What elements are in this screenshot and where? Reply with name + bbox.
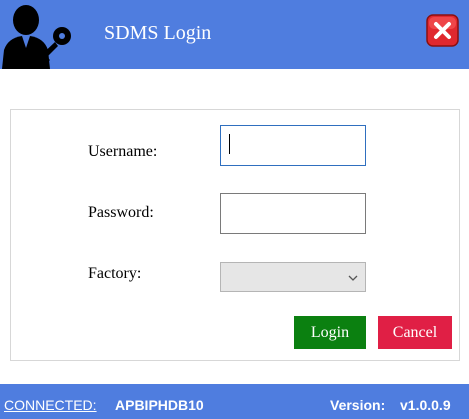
cancel-button-label: Cancel [392, 324, 438, 341]
status-bar: CONNECTED: APBIPHDB10 Version: v1.0.0.9 [0, 384, 469, 419]
username-field[interactable] [220, 125, 366, 166]
factory-select[interactable] [220, 262, 366, 292]
login-button[interactable]: Login [294, 316, 366, 349]
window-title: SDMS Login [104, 22, 212, 44]
version-label: Version: [330, 397, 386, 413]
connection-status-label: CONNECTED: [4, 397, 97, 413]
text-caret [229, 134, 230, 154]
version-value: v1.0.0.9 [400, 397, 451, 413]
password-label: Password: [88, 204, 154, 221]
password-field[interactable] [220, 193, 366, 234]
server-name: APBIPHDB10 [115, 397, 204, 413]
title-bar: SDMS Login [0, 0, 469, 69]
close-icon[interactable] [426, 14, 459, 47]
username-label: Username: [88, 143, 158, 160]
chevron-down-icon [348, 275, 358, 281]
login-button-label: Login [310, 324, 350, 341]
user-key-icon [2, 5, 71, 69]
factory-label: Factory: [88, 265, 142, 282]
cancel-button[interactable]: Cancel [378, 316, 452, 349]
